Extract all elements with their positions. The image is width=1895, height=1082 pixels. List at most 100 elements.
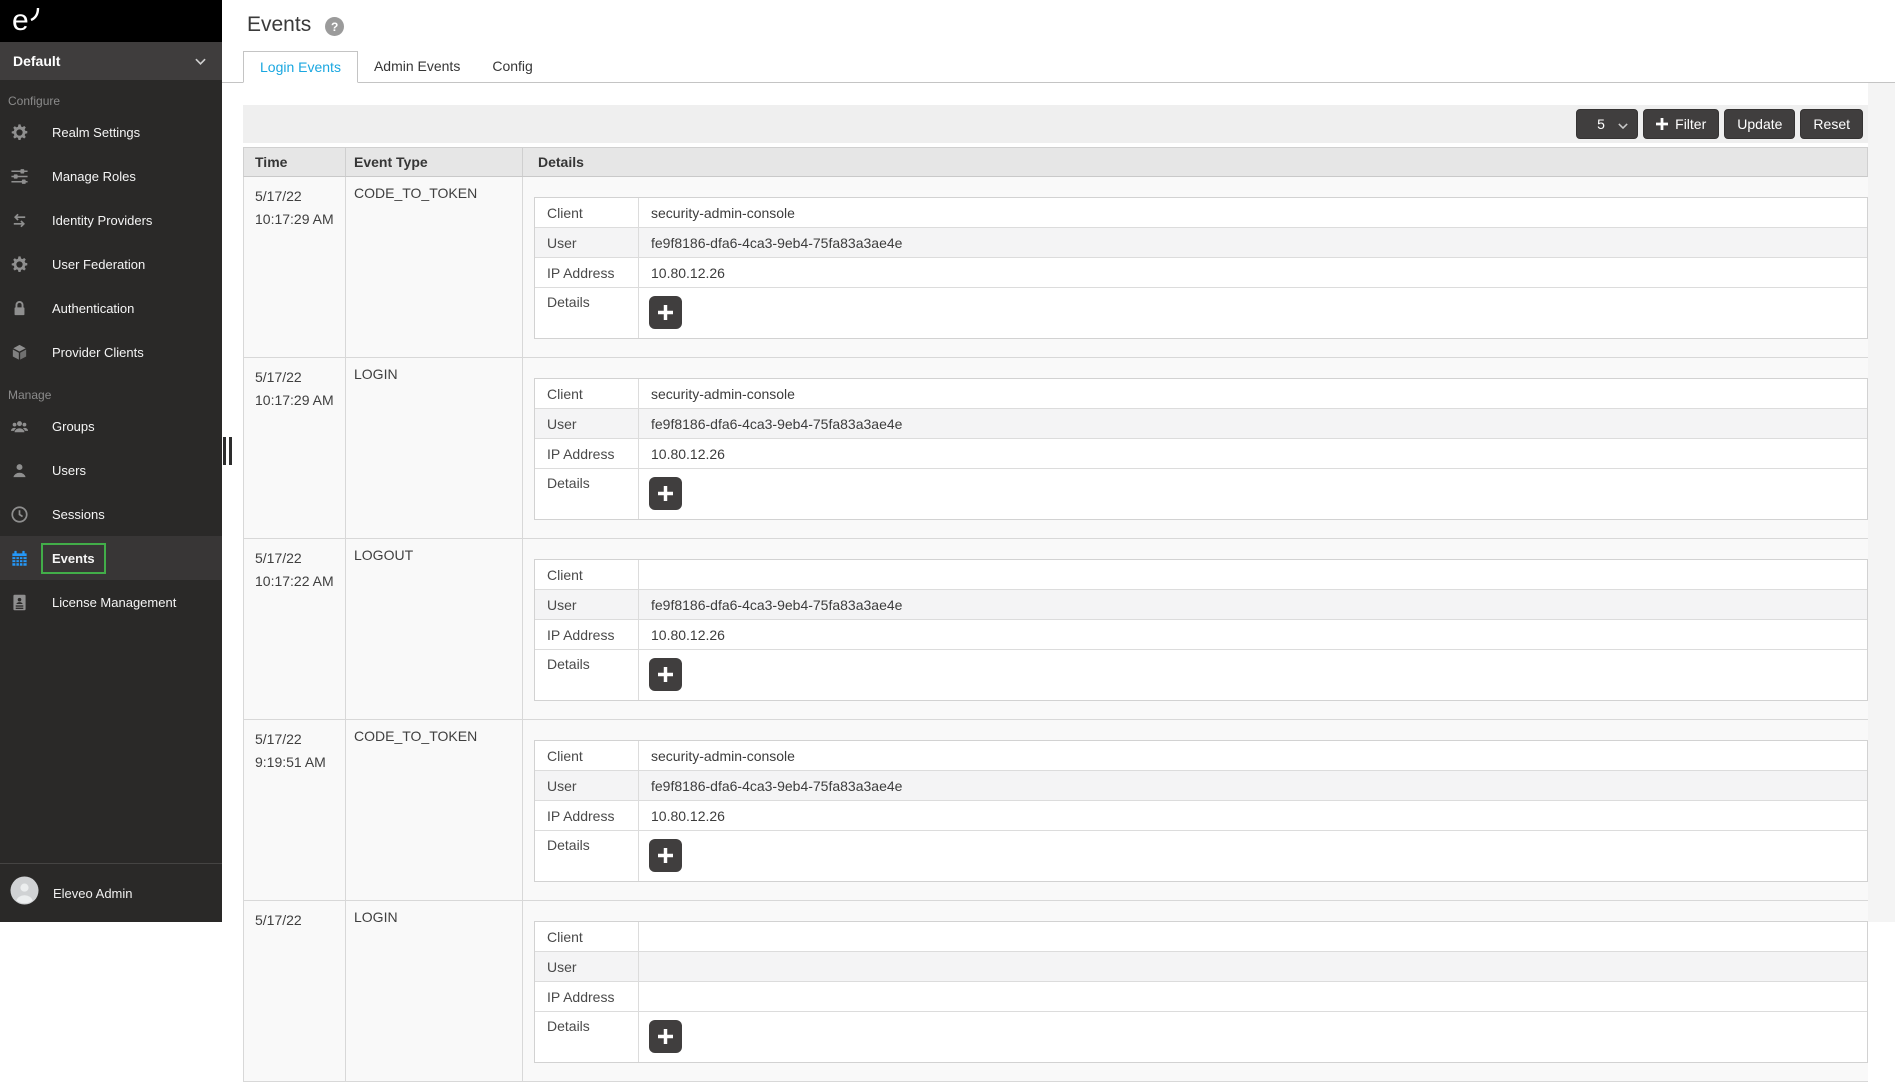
expand-details-button[interactable] [649,839,682,872]
help-icon[interactable]: ? [325,17,344,36]
sidebar-item-events[interactable]: Events [0,536,222,580]
sidebar-resize-handle[interactable] [223,437,233,465]
sidebar-item-manage-roles[interactable]: Manage Roles [0,154,222,198]
groups-icon [10,417,29,436]
sidebar-item-label: Users [52,463,86,478]
update-button[interactable]: Update [1724,109,1795,139]
detail-table: Client security-admin-console User fe9f8… [534,378,1868,520]
detail-label-user: User [535,952,639,981]
sidebar-item-label: Realm Settings [52,125,140,140]
detail-value-ip [639,982,1867,1011]
user-menu[interactable]: Eleveo Admin [0,863,222,922]
realm-selector[interactable]: Default [0,42,222,80]
event-row: 5/17/22 10:17:29 AM LOGIN Client securit… [244,358,1868,539]
plus-icon [658,848,673,863]
events-toolbar: 5 Filter Update Reset [243,105,1868,143]
tab-login-events[interactable]: Login Events [243,51,358,83]
gear-icon [10,255,29,274]
sidebar-item-label: User Federation [52,257,145,272]
right-gutter [1868,83,1895,922]
package-icon [10,343,29,362]
time-cell: 5/17/22 9:19:51 AM [244,720,346,900]
detail-label-details: Details [535,288,639,338]
plus-icon [658,1029,673,1044]
time-cell: 5/17/22 10:17:29 AM [244,177,346,357]
sidebar-nav: Configure Realm Settings Manage Roles Id… [0,80,222,624]
detail-value-user: fe9f8186-dfa6-4ca3-9eb4-75fa83a3ae4e [639,590,1867,619]
sidebar-item-provider-clients[interactable]: Provider Clients [0,330,222,374]
user-icon [10,461,29,480]
event-date: 5/17/22 [255,185,341,208]
sidebar-item-label: Groups [52,419,95,434]
app-logo[interactable]: e [0,0,222,42]
details-cell: Client security-admin-console User fe9f8… [523,358,1868,538]
time-cell: 5/17/22 [244,901,346,1081]
sidebar-item-label: Manage Roles [52,169,136,184]
detail-label-client: Client [535,741,639,770]
sliders-icon [10,167,29,186]
chevron-down-icon [1618,116,1628,132]
detail-value-client: security-admin-console [639,741,1867,770]
plus-icon [658,486,673,501]
detail-value-user: fe9f8186-dfa6-4ca3-9eb4-75fa83a3ae4e [639,771,1867,800]
event-row: 5/17/22 10:17:29 AM CODE_TO_TOKEN Client… [244,177,1868,358]
clock-icon [10,505,29,524]
sidebar-item-label: License Management [52,595,176,610]
sidebar-item-realm-settings[interactable]: Realm Settings [0,110,222,154]
sidebar-item-authentication[interactable]: Authentication [0,286,222,330]
detail-label-ip: IP Address [535,982,639,1011]
sidebar-item-label: Identity Providers [52,213,152,228]
realm-selector-value: Default [13,53,60,69]
event-time: 10:17:22 AM [255,570,341,593]
avatar [10,876,39,910]
logo-letter: e [12,6,29,36]
sidebar: e Default Configure Realm Settings Manag… [0,0,222,922]
logo-hook-icon [30,7,40,26]
event-date: 5/17/22 [255,366,341,389]
detail-value-client [639,560,1867,589]
sidebar-item-groups[interactable]: Groups [0,404,222,448]
event-type: LOGIN [346,901,523,1081]
sidebar-item-sessions[interactable]: Sessions [0,492,222,536]
page-header: Events ? [222,0,1895,51]
filter-button[interactable]: Filter [1643,109,1719,139]
reset-button[interactable]: Reset [1800,109,1863,139]
sidebar-item-user-federation[interactable]: User Federation [0,242,222,286]
detail-label-client: Client [535,198,639,227]
event-row: 5/17/22 10:17:22 AM LOGOUT Client User f… [244,539,1868,720]
main-content: Events ? Login Events Admin Events Confi… [222,0,1895,922]
event-date: 5/17/22 [255,728,341,751]
nav-section-label: Manage [8,388,222,402]
sidebar-item-identity-providers[interactable]: Identity Providers [0,198,222,242]
detail-table: Client security-admin-console User fe9f8… [534,197,1868,339]
column-header-time: Time [244,148,346,176]
expand-details-button[interactable] [649,477,682,510]
sidebar-item-users[interactable]: Users [0,448,222,492]
expand-details-button[interactable] [649,296,682,329]
tab-bar: Login Events Admin Events Config [222,51,1895,83]
expand-details-button[interactable] [649,658,682,691]
expand-details-button[interactable] [649,1020,682,1053]
user-name: Eleveo Admin [53,886,133,901]
detail-table: Client User fe9f8186-dfa6-4ca3-9eb4-75fa… [534,559,1868,701]
plus-icon [658,667,673,682]
tab-admin-events[interactable]: Admin Events [358,51,476,83]
page-size-select[interactable]: 5 [1576,109,1638,139]
tab-config[interactable]: Config [476,51,548,83]
event-type: CODE_TO_TOKEN [346,720,523,900]
detail-label-details: Details [535,650,639,700]
time-cell: 5/17/22 10:17:22 AM [244,539,346,719]
sidebar-item-label: Events [41,543,106,574]
detail-value-ip: 10.80.12.26 [639,620,1867,649]
detail-value-user: fe9f8186-dfa6-4ca3-9eb4-75fa83a3ae4e [639,409,1867,438]
detail-value-client [639,922,1867,951]
event-row: 5/17/22 LOGIN Client User IP Address [244,901,1868,1082]
column-header-details: Details [523,148,1867,176]
sidebar-item-license-management[interactable]: License Management [0,580,222,624]
event-type: LOGIN [346,358,523,538]
detail-label-client: Client [535,922,639,951]
detail-label-user: User [535,228,639,257]
detail-value-ip: 10.80.12.26 [639,439,1867,468]
event-type: LOGOUT [346,539,523,719]
details-cell: Client security-admin-console User fe9f8… [523,177,1868,357]
